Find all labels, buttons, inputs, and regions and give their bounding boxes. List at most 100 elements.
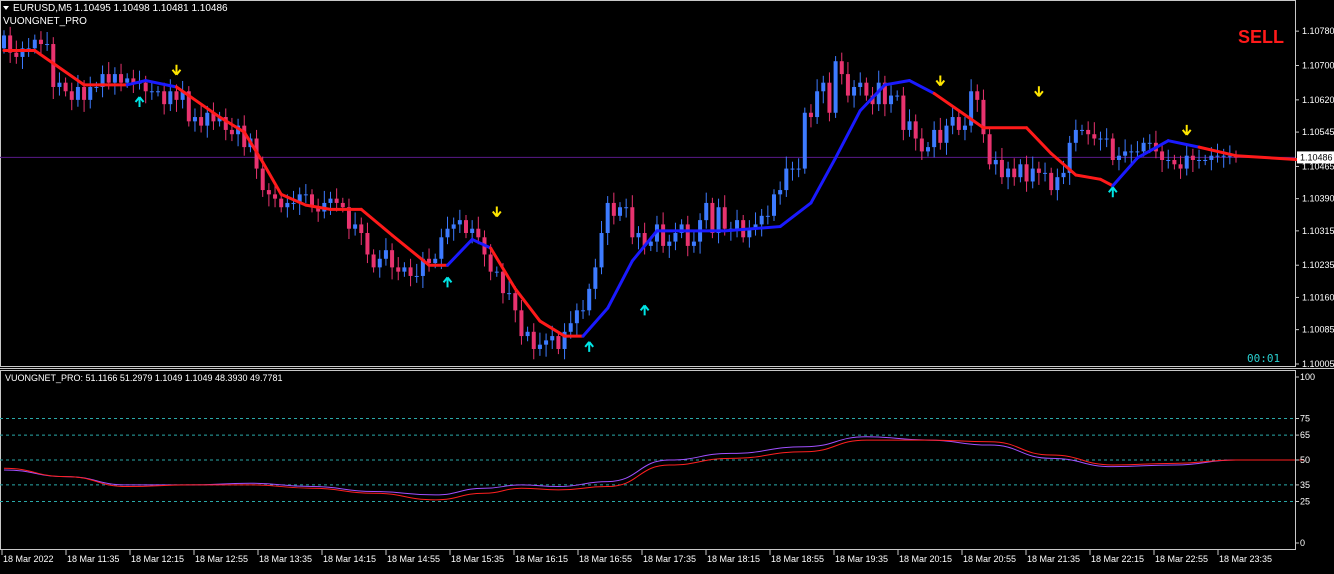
- candle-body: [827, 82, 832, 113]
- candle-body: [303, 194, 308, 196]
- candle-body: [944, 125, 949, 143]
- candle-body: [667, 241, 672, 246]
- osc-tick-label: 100: [1300, 372, 1315, 382]
- candle-body: [439, 237, 444, 259]
- candle-body: [1172, 159, 1177, 165]
- candle-body: [913, 121, 918, 139]
- trading-chart[interactable]: 1.107801.107001.106201.105451.104651.103…: [0, 0, 1334, 574]
- candle-body: [556, 336, 561, 349]
- candle-body: [845, 74, 850, 96]
- candle-body: [1166, 159, 1171, 161]
- price-tick-label: 1.10780: [1302, 26, 1334, 36]
- candle-body: [371, 254, 376, 268]
- price-tick-label: 1.10390: [1302, 194, 1334, 204]
- candle-body: [895, 95, 900, 97]
- price-tick-label: 1.10315: [1302, 226, 1334, 236]
- candle-body: [759, 215, 764, 225]
- candle-body: [464, 220, 468, 234]
- candle-body: [377, 258, 382, 268]
- candle-body: [833, 61, 838, 113]
- candle-body: [611, 202, 616, 216]
- candle-body: [112, 74, 117, 83]
- candle-body: [544, 340, 549, 345]
- candle-body: [1006, 168, 1011, 178]
- candle-body: [704, 202, 709, 221]
- candle-body: [408, 267, 413, 276]
- candle-body: [57, 82, 62, 87]
- time-tick-label: 18 Mar 22:55: [1155, 554, 1208, 564]
- candle-body: [993, 159, 998, 165]
- candle-body: [796, 168, 801, 170]
- candle-body: [889, 95, 894, 105]
- time-tick-label: 18 Mar 16:55: [579, 554, 632, 564]
- candle-body: [1049, 172, 1054, 191]
- candle-body: [716, 207, 721, 234]
- candle-body: [396, 267, 401, 272]
- candle-body: [328, 198, 333, 203]
- candle-body: [513, 293, 518, 311]
- candle-body: [1086, 129, 1091, 135]
- candle-body: [938, 129, 943, 143]
- candle-body: [273, 194, 278, 199]
- time-tick-label: 18 Mar 23:35: [1219, 554, 1272, 564]
- candle-body: [500, 271, 505, 294]
- candle-body: [414, 275, 419, 277]
- candle-body: [1073, 129, 1078, 143]
- time-tick-label: 18 Mar 13:35: [259, 554, 312, 564]
- candle-body: [390, 250, 395, 268]
- chart-background: [0, 0, 1334, 574]
- candle-body: [106, 74, 111, 83]
- time-tick-label: 18 Mar 16:15: [515, 554, 568, 564]
- candle-body: [2, 35, 6, 49]
- candle-body: [525, 331, 530, 337]
- candle-body: [1104, 138, 1109, 140]
- candle-body: [1024, 164, 1029, 182]
- candle-body: [919, 138, 924, 152]
- candle-body: [999, 159, 1004, 178]
- candle-body: [507, 293, 512, 295]
- candle-body: [599, 233, 604, 268]
- candle-body: [1135, 151, 1140, 153]
- osc-tick-label: 0: [1300, 538, 1305, 548]
- candle-body: [63, 82, 68, 92]
- candle-body: [229, 129, 234, 135]
- candle-body: [1030, 168, 1035, 182]
- time-tick-label: 18 Mar 20:15: [899, 554, 952, 564]
- price-tick-label: 1.10085: [1302, 325, 1334, 335]
- candle-body: [125, 78, 130, 83]
- candle-body: [445, 228, 450, 238]
- candle-body: [260, 168, 265, 191]
- candle-body: [537, 344, 542, 349]
- candle-body: [291, 202, 296, 204]
- candle-body: [1190, 155, 1195, 160]
- candle-body: [790, 168, 795, 170]
- candle-body: [383, 250, 388, 259]
- candle-body: [402, 267, 407, 272]
- candle-body: [205, 112, 210, 126]
- time-tick-label: 18 Mar 22:15: [1091, 554, 1144, 564]
- candle-body: [494, 271, 499, 273]
- time-tick-label: 18 Mar 2022: [3, 554, 54, 564]
- candle-body: [156, 91, 160, 93]
- time-tick-label: 18 Mar 17:35: [643, 554, 696, 564]
- candle-body: [926, 147, 930, 152]
- candle-body: [624, 207, 629, 209]
- candle-body: [1036, 168, 1041, 173]
- candle-body: [987, 134, 992, 165]
- candle-body: [88, 86, 93, 100]
- candle-body: [735, 220, 740, 229]
- price-tick-label: 1.10235: [1302, 260, 1334, 270]
- candle-body: [149, 91, 154, 93]
- candle-body: [1184, 155, 1189, 169]
- candle-body: [32, 39, 37, 49]
- candle-body: [1215, 155, 1220, 157]
- candle-body: [765, 215, 770, 217]
- time-tick-label: 18 Mar 20:55: [963, 554, 1016, 564]
- candle-body: [365, 233, 370, 255]
- candle-body: [192, 117, 197, 122]
- candle-body: [162, 91, 167, 105]
- candle-body: [605, 202, 610, 234]
- price-tick-label: 1.10005: [1302, 359, 1334, 369]
- time-tick-label: 18 Mar 15:35: [451, 554, 504, 564]
- candle-body: [353, 224, 358, 229]
